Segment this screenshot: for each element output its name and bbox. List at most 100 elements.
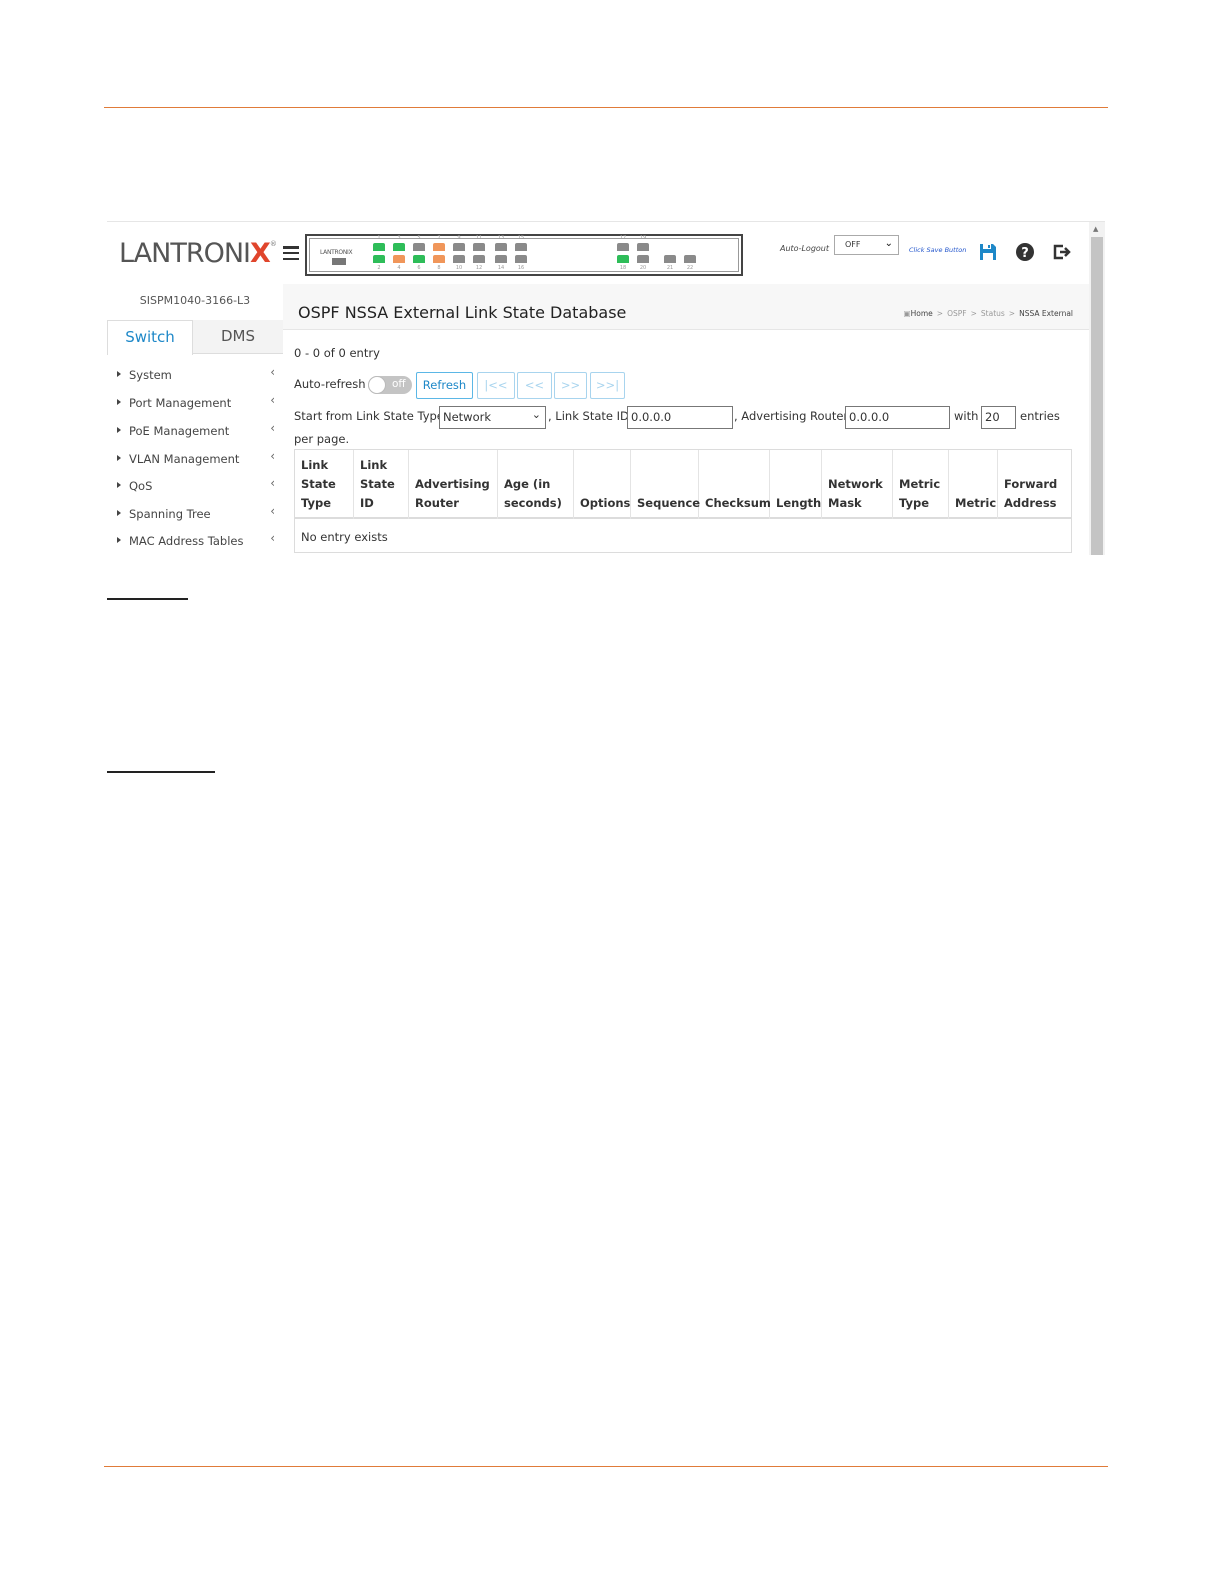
- port-17[interactable]: [617, 243, 629, 251]
- page-bottom-rule: [104, 1466, 1108, 1467]
- chevron-left-icon: ‹: [270, 421, 275, 435]
- sidebar-item-label: PoE Management: [129, 424, 230, 438]
- port-6[interactable]: [413, 255, 425, 263]
- sidebar-item-system[interactable]: System ‹: [107, 365, 283, 390]
- auto-logout-label: Auto-Logout: [780, 244, 829, 253]
- scroll-up-icon[interactable]: ▲: [1093, 225, 1098, 233]
- breadcrumb: ▣Home > OSPF > Status > NSSA External: [903, 309, 1073, 318]
- port-7[interactable]: [433, 243, 445, 251]
- brand-logo: LANTRONIX®: [119, 238, 277, 269]
- col-length: Length: [770, 450, 822, 519]
- caret-right-icon: [117, 455, 121, 461]
- port-3[interactable]: [393, 243, 405, 251]
- save-hint: Click Save Button: [909, 246, 967, 254]
- empty-row: No entry exists: [301, 530, 388, 544]
- port-4[interactable]: [393, 255, 405, 263]
- sidebar-item-spanning-tree[interactable]: Spanning Tree ‹: [107, 504, 283, 529]
- sidebar-item-label: Spanning Tree: [129, 507, 211, 521]
- scrollbar[interactable]: ▲: [1089, 222, 1105, 555]
- next-page-button[interactable]: >>: [554, 372, 587, 399]
- port-number: 16: [517, 265, 525, 271]
- last-page-button[interactable]: >>|: [590, 372, 625, 399]
- port-number: 17: [619, 235, 627, 241]
- sidebar-item-qos[interactable]: QoS ‹: [107, 476, 283, 501]
- col-checksum: Checksum: [699, 450, 771, 519]
- menu-icon[interactable]: [283, 246, 299, 261]
- col-advertising-router: Advertising Router: [409, 450, 498, 519]
- port-number: 9: [457, 235, 461, 241]
- tab-dms[interactable]: DMS: [193, 320, 283, 354]
- port-19[interactable]: [637, 243, 649, 251]
- port-11[interactable]: [473, 243, 485, 251]
- port-9[interactable]: [453, 243, 465, 251]
- caret-right-icon: [117, 482, 121, 488]
- breadcrumb-current: NSSA External: [1019, 309, 1073, 318]
- save-icon[interactable]: [978, 242, 998, 262]
- page-title: OSPF NSSA External Link State Database: [298, 303, 627, 322]
- port-21[interactable]: [664, 255, 676, 263]
- port-2[interactable]: [373, 255, 385, 263]
- screenshot-frame: LANTRONIX® LANTRONIX 1 3 5 7 9 11 13 15 17 19 2 4 6 8…: [107, 221, 1105, 555]
- port-5[interactable]: [413, 243, 425, 251]
- auto-refresh-toggle[interactable]: off: [368, 376, 412, 394]
- port-number: 21: [666, 265, 674, 271]
- port-15[interactable]: [515, 243, 527, 251]
- tab-switch[interactable]: Switch: [107, 320, 193, 355]
- help-icon[interactable]: ?: [1015, 242, 1035, 262]
- refresh-button[interactable]: Refresh: [416, 372, 473, 399]
- console-port: [332, 258, 346, 265]
- section-underline: [107, 598, 188, 600]
- port-22[interactable]: [684, 255, 696, 263]
- adv-router-input[interactable]: 0.0.0.0: [845, 406, 950, 429]
- page-top-rule: [104, 107, 1108, 108]
- port-number: 14: [497, 265, 505, 271]
- port-8[interactable]: [433, 255, 445, 263]
- entries-per-page-input[interactable]: 20: [981, 406, 1016, 429]
- port-1[interactable]: [373, 243, 385, 251]
- port-16[interactable]: [515, 255, 527, 263]
- col-network-mask: Network Mask: [822, 450, 893, 519]
- auto-logout-select[interactable]: OFF ⌄: [834, 235, 899, 255]
- port-18[interactable]: [617, 255, 629, 263]
- breadcrumb-home[interactable]: Home: [911, 309, 933, 318]
- device-panel: LANTRONIX 1 3 5 7 9 11 13 15 17 19 2 4 6 8 10 12 14 16 18 2…: [305, 234, 743, 276]
- first-page-button[interactable]: |<<: [477, 372, 515, 399]
- prev-page-button[interactable]: <<: [517, 372, 552, 399]
- scrollbar-thumb[interactable]: [1091, 237, 1103, 555]
- port-number: 7: [437, 235, 441, 241]
- port-number: 18: [619, 265, 627, 271]
- sidebar-item-poe-management[interactable]: PoE Management ‹: [107, 421, 283, 446]
- col-options: Options: [574, 450, 631, 519]
- sidebar: SISPM1040-3166-L3 Switch DMS System ‹ Po…: [107, 284, 283, 555]
- breadcrumb-ospf[interactable]: OSPF: [947, 309, 967, 318]
- lsdb-table: Link State Type Link State ID Advertisin…: [294, 449, 1072, 553]
- breadcrumb-status[interactable]: Status: [981, 309, 1005, 318]
- port-20[interactable]: [637, 255, 649, 263]
- link-state-type-select[interactable]: Network ⌄: [439, 406, 546, 429]
- port-13[interactable]: [495, 243, 507, 251]
- sidebar-item-label: QoS: [129, 479, 153, 493]
- port-number: 19: [639, 235, 647, 241]
- sidebar-item-mac-address-tables[interactable]: MAC Address Tables ‹: [107, 531, 283, 555]
- chevron-left-icon: ‹: [270, 449, 275, 463]
- sidebar-item-label: System: [129, 368, 172, 382]
- sidebar-item-label: Port Management: [129, 396, 232, 410]
- start-label: Start from Link State Type: [294, 409, 444, 423]
- port-12[interactable]: [473, 255, 485, 263]
- chevron-left-icon: ‹: [270, 365, 275, 379]
- port-number: 11: [475, 235, 483, 241]
- port-14[interactable]: [495, 255, 507, 263]
- per-page-label: per page.: [294, 432, 350, 446]
- logout-icon[interactable]: [1052, 242, 1072, 262]
- port-number: 22: [686, 265, 694, 271]
- link-state-id-input[interactable]: 0.0.0.0: [627, 406, 733, 429]
- app-header: LANTRONIX® LANTRONIX 1 3 5 7 9 11 13 15 17 19 2 4 6 8…: [107, 222, 1089, 284]
- port-number: 10: [455, 265, 463, 271]
- link-state-id-label: , Link State ID: [548, 409, 629, 423]
- sidebar-item-vlan-management[interactable]: VLAN Management ‹: [107, 449, 283, 474]
- port-number: 20: [639, 265, 647, 271]
- sidebar-item-port-management[interactable]: Port Management ‹: [107, 393, 283, 418]
- col-link-state-id: Link State ID: [354, 450, 409, 519]
- entry-count: 0 - 0 of 0 entry: [294, 346, 380, 360]
- port-10[interactable]: [453, 255, 465, 263]
